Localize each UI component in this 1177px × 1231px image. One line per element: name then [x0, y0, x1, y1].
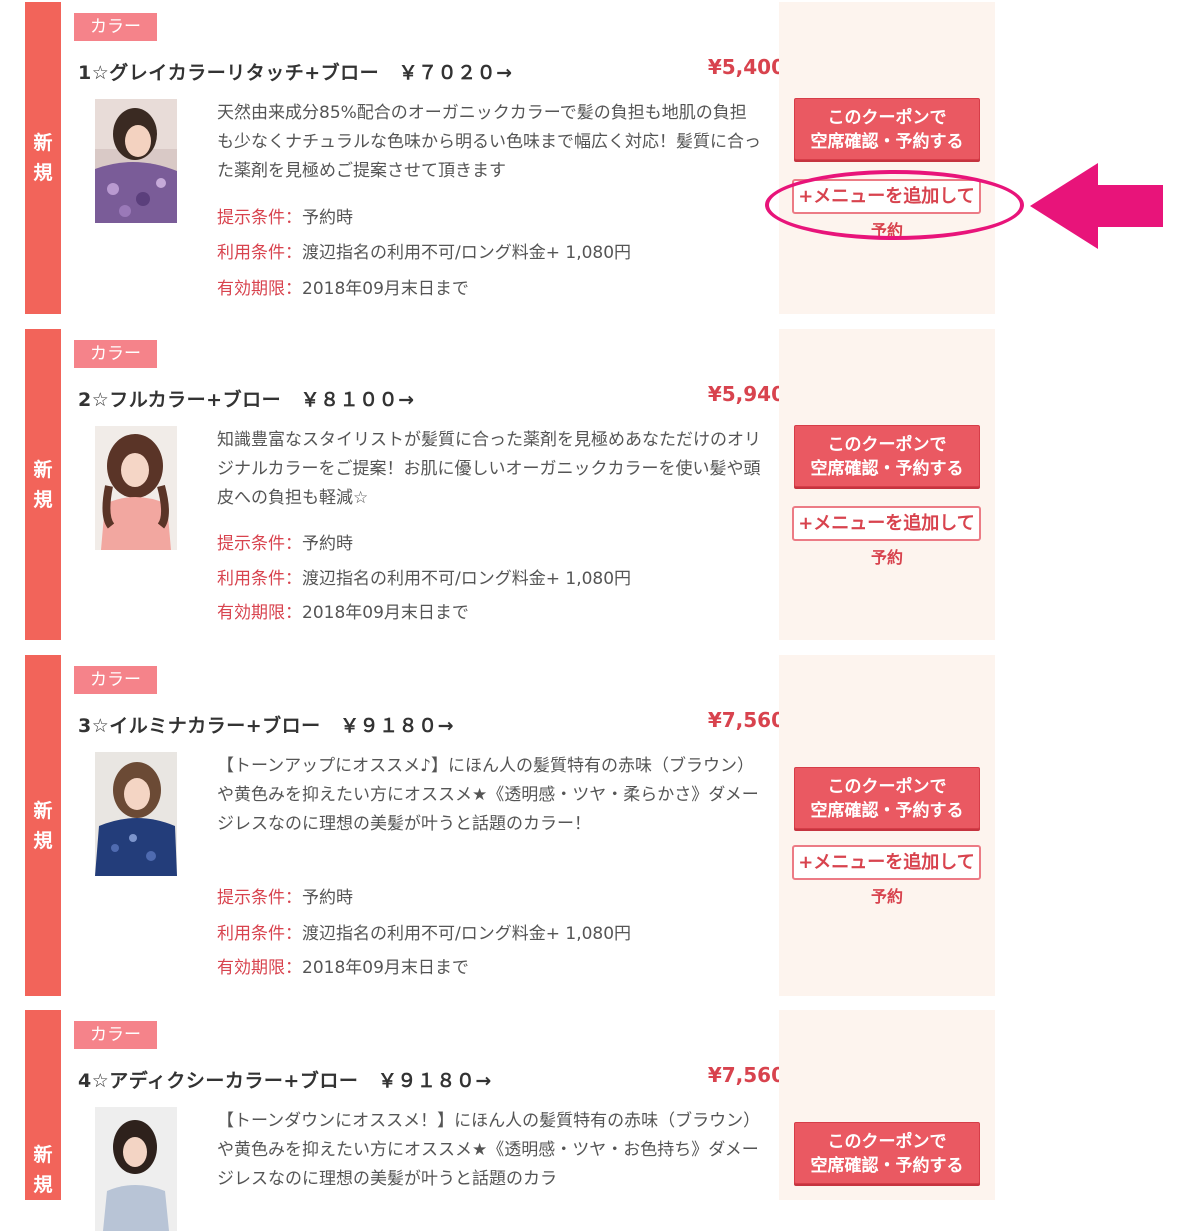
coupon-description: 【トーンアップにオススメ♪】にほん人の髪質特有の赤味（ブラウン）や黄色みを抑えた…: [217, 756, 759, 834]
coupon-description: 天然由来成分85%配合のオーガニックカラーで髪の負担も地肌の負担も少なくナチュラ…: [217, 103, 761, 181]
add-menu-reserve-label[interactable]: 予約: [779, 883, 995, 907]
coupon-title[interactable]: 2☆フルカラー+ブロー ￥８１００→: [78, 385, 415, 412]
category-tag: カラー: [74, 13, 157, 41]
presentation-condition: 提示条件：予約時: [217, 888, 353, 908]
reserve-coupon-button[interactable]: このクーポンで 空席確認・予約する: [794, 1122, 980, 1184]
expiry-date: 有効期限：2018年09月末日まで: [217, 958, 469, 978]
category-tag: カラー: [74, 666, 157, 694]
stylist-photo: [95, 426, 177, 550]
presentation-condition: 提示条件：予約時: [217, 208, 353, 228]
stylist-photo: [95, 752, 177, 876]
coupon-price: ¥7,560: [707, 708, 785, 732]
coupon-actions: このクーポンで 空席確認・予約する +メニューを追加して 予約: [779, 329, 995, 640]
new-customer-tag: 新 規: [25, 329, 61, 640]
stylist-photo: [95, 1107, 177, 1231]
category-tag: カラー: [74, 1021, 157, 1049]
highlight-circle: [765, 170, 1024, 240]
add-menu-button[interactable]: +メニューを追加して: [792, 506, 981, 541]
coupon-actions: このクーポンで 空席確認・予約する: [779, 1010, 995, 1200]
add-menu-reserve-label[interactable]: 予約: [779, 544, 995, 568]
add-menu-button[interactable]: +メニューを追加して: [792, 845, 981, 880]
new-customer-tag: 新 規: [25, 2, 61, 314]
new-customer-tag: 新 規: [25, 655, 61, 996]
category-tag: カラー: [74, 340, 157, 368]
reserve-coupon-button[interactable]: このクーポンで 空席確認・予約する: [794, 98, 980, 160]
expiry-date: 有効期限：2018年09月末日まで: [217, 279, 469, 299]
coupon-main: カラー 4☆アディクシーカラー+ブロー ￥９１８０→ ¥7,560 【トーンダウ…: [61, 1010, 785, 1231]
usage-condition: 利用条件：渡辺指名の利用不可/ロング料金+ 1,080円: [217, 924, 632, 944]
coupon-price: ¥5,940: [707, 382, 785, 406]
coupon-main: カラー 3☆イルミナカラー+ブロー ￥９１８０→ ¥7,560 【トーンアップに…: [61, 655, 785, 996]
stylist-photo: [95, 99, 177, 223]
coupon-price: ¥7,560: [707, 1063, 785, 1087]
coupon-title[interactable]: 3☆イルミナカラー+ブロー ￥９１８０→: [78, 711, 454, 738]
coupon-description: 【トーンダウンにオススメ！】にほん人の髪質特有の赤味（ブラウン）や黄色みを抑えた…: [217, 1111, 761, 1189]
usage-condition: 利用条件：渡辺指名の利用不可/ロング料金+ 1,080円: [217, 243, 632, 263]
reserve-coupon-button[interactable]: このクーポンで 空席確認・予約する: [794, 767, 980, 829]
coupon-card: 新 規 カラー 2☆フルカラー+ブロー ￥８１００→ ¥5,940 知識豊富なス…: [25, 329, 995, 640]
coupon-actions: このクーポンで 空席確認・予約する +メニューを追加して 予約: [779, 655, 995, 996]
coupon-main: カラー 1☆グレイカラーリタッチ+ブロー ￥７０２０→ ¥5,400 天然由来成…: [61, 2, 785, 314]
coupon-card: 新 規 カラー 4☆アディクシーカラー+ブロー ￥９１８０→ ¥7,560 【ト…: [25, 1010, 995, 1231]
coupon-card: 新 規 カラー 3☆イルミナカラー+ブロー ￥９１８０→ ¥7,560 【トーン…: [25, 655, 995, 996]
expiry-date: 有効期限：2018年09月末日まで: [217, 603, 469, 623]
coupon-title[interactable]: 4☆アディクシーカラー+ブロー ￥９１８０→: [78, 1066, 492, 1093]
reserve-coupon-button[interactable]: このクーポンで 空席確認・予約する: [794, 425, 980, 487]
coupon-description: 知識豊富なスタイリストが髪質に合った薬剤を見極めあなただけのオリジナルカラーをご…: [217, 430, 761, 508]
coupon-card: 新 規 カラー 1☆グレイカラーリタッチ+ブロー ￥７０２０→ ¥5,400 天…: [25, 2, 995, 314]
presentation-condition: 提示条件：予約時: [217, 534, 353, 554]
usage-condition: 利用条件：渡辺指名の利用不可/ロング料金+ 1,080円: [217, 569, 632, 589]
coupon-main: カラー 2☆フルカラー+ブロー ￥８１００→ ¥5,940 知識豊富なスタイリス…: [61, 329, 785, 640]
coupon-price: ¥5,400: [707, 55, 785, 79]
pointer-arrow-icon: [1030, 163, 1163, 249]
new-customer-tag: 新 規: [25, 1010, 61, 1200]
coupon-title[interactable]: 1☆グレイカラーリタッチ+ブロー ￥７０２０→: [78, 58, 513, 85]
coupon-actions: このクーポンで 空席確認・予約する +メニューを追加して 予約: [779, 2, 995, 314]
